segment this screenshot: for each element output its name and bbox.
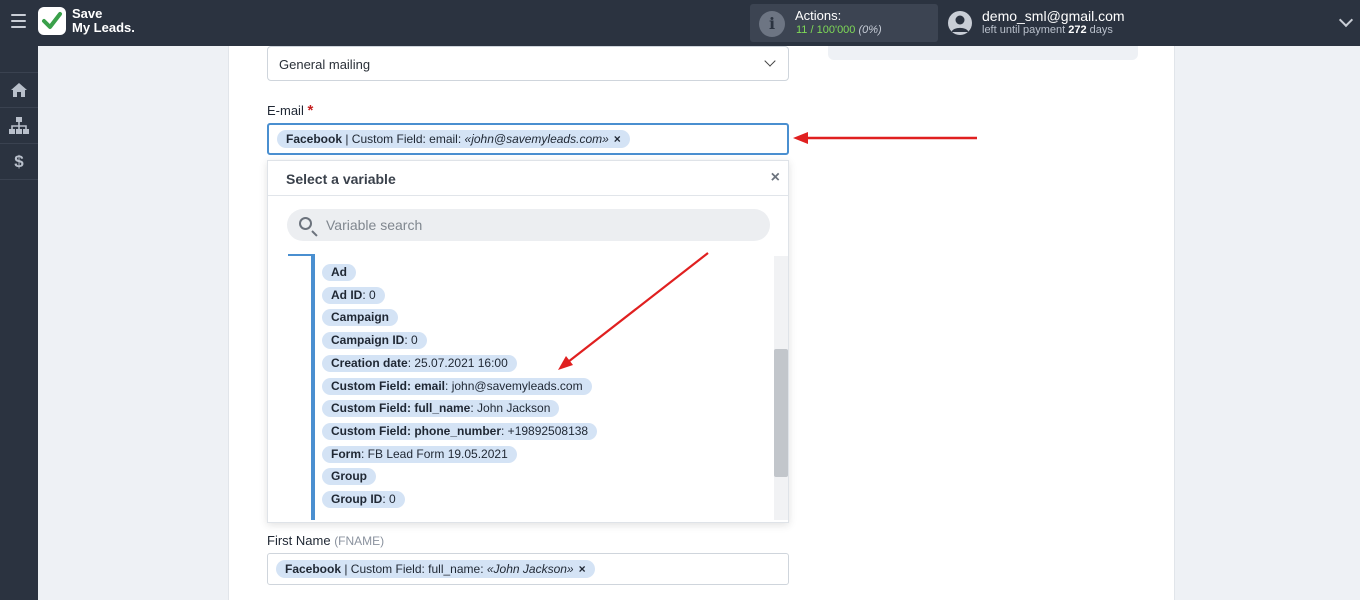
remove-chip-icon[interactable]: ×: [579, 562, 586, 576]
variable-dropdown: Select a variable × Variable search Ad Ad…: [267, 160, 789, 523]
actions-label: Actions:: [795, 8, 842, 23]
variable-item[interactable]: Ad: [322, 264, 356, 281]
actions-stats: 11 / 100'000 (0%): [796, 24, 882, 36]
actions-counter[interactable]: i Actions: 11 / 100'000 (0%): [750, 4, 938, 42]
divider: [268, 195, 788, 196]
mailing-type-select[interactable]: General mailing: [267, 46, 789, 81]
close-icon[interactable]: ×: [771, 169, 780, 187]
sidebar: $: [0, 46, 38, 600]
search-placeholder: Variable search: [326, 217, 423, 233]
chevron-down-icon: [764, 55, 776, 67]
group-indicator: [311, 256, 315, 520]
hamburger-menu-icon[interactable]: [11, 14, 26, 28]
user-avatar-icon[interactable]: [948, 11, 972, 35]
payment-status: left until payment 272 days: [982, 24, 1113, 36]
dollar-icon[interactable]: $: [0, 144, 38, 180]
variable-item[interactable]: Group: [322, 468, 376, 486]
logo[interactable]: Save My Leads.: [38, 7, 135, 35]
variable-item[interactable]: Campaign: [322, 309, 399, 327]
actions-limit: 100'000: [816, 24, 856, 36]
variable-item[interactable]: Custom Field: full_name: John Jackson: [322, 400, 560, 418]
variable-list: Ad Ad ID: 0 Campaign Campaign ID: 0 Creation…: [268, 256, 774, 520]
scrollbar[interactable]: [774, 256, 788, 520]
variable-item[interactable]: Custom Field: phone_number: +19892508138: [322, 422, 598, 440]
remove-chip-icon[interactable]: ×: [614, 132, 621, 146]
actions-used: 11: [796, 24, 808, 36]
variable-item[interactable]: Ad ID: 0: [322, 286, 385, 304]
variable-item[interactable]: Form: FB Lead Form 19.05.2021: [322, 445, 517, 463]
search-icon: [299, 217, 312, 230]
variable-item[interactable]: Creation date: 25.07.2021 16:00: [322, 354, 517, 372]
email-variable-chip[interactable]: Facebook | Custom Field: email: «john@sa…: [277, 130, 630, 148]
brand-name: Save My Leads.: [72, 6, 135, 35]
actions-percent: (0%): [858, 24, 882, 36]
required-mark: *: [307, 102, 314, 119]
info-icon: i: [759, 11, 785, 37]
user-email[interactable]: demo_sml@gmail.com: [982, 8, 1125, 24]
variable-item[interactable]: Campaign ID: 0: [322, 332, 427, 350]
variable-search-input[interactable]: Variable search: [287, 209, 770, 241]
field-hint: (FNAME): [334, 534, 385, 548]
top-bar: Save My Leads. i Actions: 11 / 100'000 (…: [0, 0, 1360, 46]
checkmark-logo-icon: [38, 7, 66, 35]
variable-item[interactable]: Custom Field: email: john@savemyleads.co…: [322, 377, 592, 395]
email-field[interactable]: Facebook | Custom Field: email: «john@sa…: [267, 123, 789, 155]
dropdown-title: Select a variable: [286, 171, 396, 187]
email-label: E-mail *: [267, 102, 314, 119]
sitemap-icon[interactable]: [0, 108, 38, 144]
variable-item[interactable]: Group ID: 0: [322, 491, 405, 508]
first-name-field[interactable]: Facebook | Custom Field: full_name: «Joh…: [267, 553, 789, 585]
chevron-down-icon[interactable]: [1338, 12, 1354, 28]
info-card: [828, 46, 1138, 60]
home-icon[interactable]: [0, 72, 38, 108]
mailing-type-value: General mailing: [279, 57, 371, 72]
first-name-variable-chip[interactable]: Facebook | Custom Field: full_name: «Joh…: [276, 560, 595, 578]
scrollbar-thumb[interactable]: [774, 349, 788, 477]
first-name-label: First Name (FNAME): [267, 533, 385, 548]
